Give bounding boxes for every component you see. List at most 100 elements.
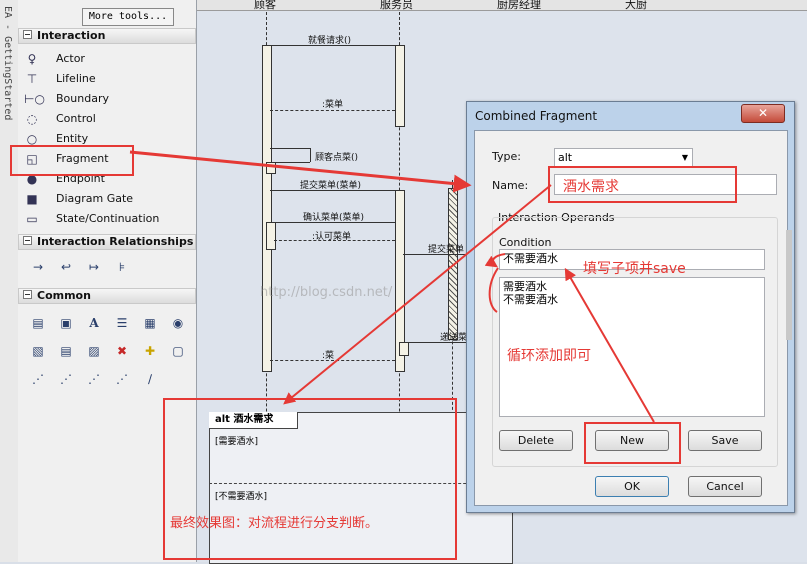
self-message-line	[310, 148, 311, 162]
toolbox-item-label: Actor	[56, 52, 85, 65]
message-label: :菜单	[322, 100, 344, 110]
highlight-fragment-tool	[10, 145, 134, 176]
message-label: 递送菜	[440, 333, 468, 343]
list-icon[interactable]: ☰	[108, 316, 136, 330]
message-label: :认可菜单	[312, 232, 352, 242]
toolbox-item-control[interactable]: ◌ Control	[24, 110, 192, 128]
dependency-icon[interactable]: ⋰	[24, 372, 52, 386]
section-interaction-relationships[interactable]: Interaction Relationships	[18, 234, 196, 250]
toolbox-item-label: Lifeline	[56, 72, 96, 85]
section-interaction-label: Interaction	[37, 29, 106, 42]
hyperlink-icon[interactable]: ◉	[164, 316, 192, 330]
connector-icon[interactable]: ∕	[136, 372, 164, 386]
sidebar-tab-label: EA - GettingStarted	[2, 6, 13, 121]
message-label: 提交菜单(菜单)	[300, 181, 362, 191]
close-button[interactable]: ✕	[741, 104, 785, 123]
activation-waiter-3[interactable]	[399, 342, 409, 356]
list-item[interactable]: 不需要酒水	[503, 293, 764, 306]
fill-save-note: 填写子项并save	[583, 261, 686, 277]
condition-label: Condition	[499, 236, 552, 249]
final-result-note: 最终效果图：对流程进行分支判断。	[170, 516, 379, 531]
boundary-icon: ⊢○	[24, 92, 45, 106]
name-label: Name:	[492, 179, 529, 192]
call-icon[interactable]: ↦	[80, 260, 108, 274]
message-label: 就餐请求()	[308, 36, 352, 46]
section-relationships-label: Interaction Relationships	[37, 235, 194, 248]
self-message-line[interactable]	[270, 162, 310, 163]
common-tools-row-3: ⋰ ⋰ ⋰ ⋰ ∕	[24, 372, 164, 386]
recursion-icon[interactable]: ⊧	[108, 260, 136, 274]
trace-icon[interactable]: ⋰	[52, 372, 80, 386]
cancel-button[interactable]: Cancel	[688, 476, 762, 497]
loop-add-note: 循环添加即可	[507, 348, 591, 364]
activation-waiter-1[interactable]	[395, 45, 405, 127]
collapse-icon	[23, 30, 32, 39]
list-item[interactable]: 需要酒水	[503, 280, 764, 293]
self-message-icon[interactable]: ↩	[52, 260, 80, 274]
message-line[interactable]	[270, 110, 395, 111]
more-tools-button[interactable]: More tools...	[82, 8, 174, 26]
toolbox-item-diagram-gate[interactable]: ■ Diagram Gate	[24, 190, 192, 208]
message-label: 提交菜单	[428, 245, 465, 255]
page-icon[interactable]: ▤	[52, 344, 80, 358]
link-icon[interactable]: ⋰	[108, 372, 136, 386]
change-icon[interactable]: ✚	[136, 344, 164, 358]
section-common-label: Common	[37, 289, 91, 302]
name-note: 酒水需求	[563, 179, 619, 195]
toolbox-item-actor[interactable]: ♀ Actor	[24, 50, 192, 68]
lifeline-icon: ⊤	[26, 72, 38, 86]
lifeline-header-customer: 顾客	[254, 0, 276, 11]
self-message-line[interactable]	[270, 148, 310, 149]
type-label: Type:	[492, 150, 521, 163]
document-icon[interactable]: ▤	[24, 316, 52, 330]
activation-customer[interactable]	[262, 45, 272, 372]
control-icon: ◌	[26, 112, 38, 126]
toolbox-item-label: Boundary	[56, 92, 109, 105]
message-label: :菜	[322, 351, 335, 361]
message-arrow-icon[interactable]: →	[24, 260, 52, 274]
entity-icon: ○	[26, 132, 38, 146]
save-button[interactable]: Save	[688, 430, 762, 451]
message-label: 确认菜单(菜单)	[303, 213, 365, 223]
artifact-icon[interactable]: ▣	[52, 316, 80, 330]
lifeline-header-waiter: 服务员	[380, 0, 413, 11]
collapse-icon	[23, 290, 32, 299]
common-tools-row-2: ▧ ▤ ▨ ✖ ✚ ▢	[24, 344, 192, 358]
lifeline-header-bar: 顾客 服务员 厨房经理 大厨	[197, 0, 807, 11]
toolbox-item-boundary[interactable]: ⊢○ Boundary	[24, 90, 192, 108]
collapse-icon	[23, 236, 32, 245]
delete-button[interactable]: Delete	[499, 430, 573, 451]
watermark: http://blog.csdn.net/	[260, 285, 393, 300]
section-common[interactable]: Common	[18, 288, 196, 304]
section-interaction[interactable]: Interaction	[18, 28, 196, 44]
common-tools-row-1: ▤ ▣ A ☰ ▦ ◉	[24, 316, 192, 330]
activation-customer-2[interactable]	[266, 222, 276, 250]
chevron-down-icon: ▼	[681, 153, 688, 162]
toolbox-item-label: Diagram Gate	[56, 192, 134, 205]
toolbox-item-state-continuation[interactable]: ▭ State/Continuation	[24, 210, 192, 228]
activation-self[interactable]	[266, 162, 276, 174]
message-label: 顾客点菜()	[315, 153, 359, 163]
type-select-value: alt	[558, 151, 573, 164]
text-icon[interactable]: A	[80, 316, 108, 330]
state-continuation-icon: ▭	[26, 212, 38, 226]
issue-icon[interactable]: ✖	[108, 344, 136, 358]
dialog-title: Combined Fragment	[475, 109, 598, 123]
type-select[interactable]: alt ▼	[554, 148, 693, 167]
highlight-new-button	[584, 422, 681, 464]
image-icon[interactable]: ▨	[80, 344, 108, 358]
boundary-box-icon[interactable]: ▢	[164, 344, 192, 358]
activation-kitchen[interactable]	[448, 188, 458, 340]
table-icon[interactable]: ▦	[136, 316, 164, 330]
sidebar-vertical-tab[interactable]: EA - GettingStarted	[0, 0, 19, 562]
diagram-gate-icon: ■	[26, 192, 38, 206]
actor-icon: ♀	[27, 52, 37, 66]
note-icon[interactable]: ▧	[24, 344, 52, 358]
dialog-scrollbar[interactable]	[786, 230, 792, 340]
toolbox-item-label: State/Continuation	[56, 212, 160, 225]
ok-button[interactable]: OK	[595, 476, 669, 497]
toolbox-item-lifeline[interactable]: ⊤ Lifeline	[24, 70, 192, 88]
realize-icon[interactable]: ⋰	[80, 372, 108, 386]
lifeline-header-chef: 大厨	[625, 0, 647, 11]
lifeline-header-kitchen-manager: 厨房经理	[497, 0, 541, 11]
